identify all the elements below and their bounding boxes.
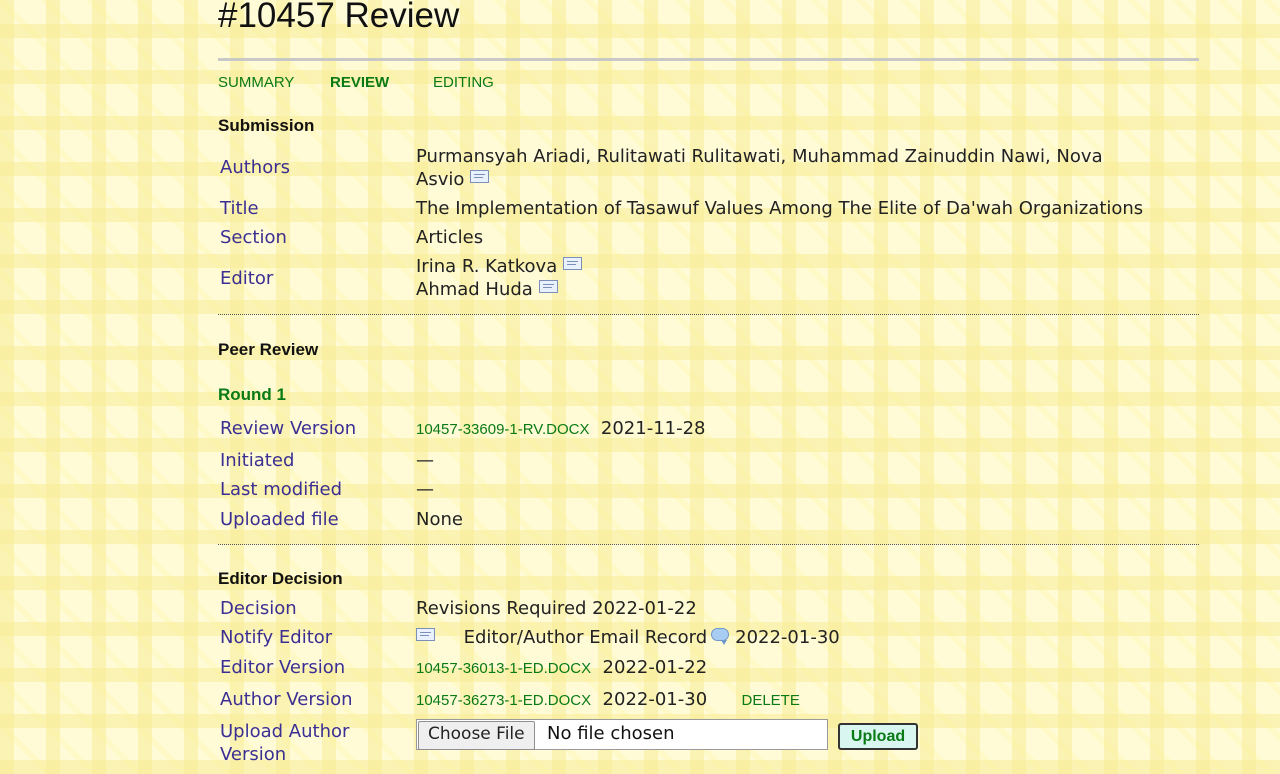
delete-link[interactable]: DELETE (742, 692, 800, 709)
editor-label: Editor (220, 268, 274, 289)
notify-date: 2022-01-30 (735, 627, 840, 648)
tab-review[interactable]: REVIEW (330, 74, 389, 91)
title-label: Title (220, 198, 259, 219)
envelope-icon[interactable] (538, 280, 558, 293)
editor-version-file-link[interactable]: 10457-36013-1-ED.DOCX (416, 660, 591, 677)
file-input[interactable]: Choose File No file chosen (416, 719, 828, 750)
editor-list: Irina R. Katkova Ahmad Huda (416, 255, 583, 301)
upload-author-version-label: Upload Author Version (220, 720, 349, 766)
authors-line-1: Purmansyah Ariadi, Rulitawati Rulitawati… (416, 146, 1103, 167)
section-divider (218, 314, 1199, 315)
decision-value: Revisions Required 2022-01-22 (416, 598, 697, 619)
editor-version-value: 10457-36013-1-ED.DOCX 2022-01-22 (416, 656, 707, 680)
last-modified-value: — (416, 479, 434, 500)
peer-review-heading: Peer Review (218, 340, 319, 359)
tab-editing[interactable]: EDITING (433, 74, 494, 91)
author-version-label: Author Version (220, 689, 353, 710)
authors-label: Authors (220, 157, 290, 178)
editor-name: Ahmad Huda (416, 279, 533, 300)
envelope-icon[interactable] (470, 170, 490, 183)
review-version-file-link[interactable]: 10457-33609-1-RV.DOCX (416, 421, 589, 438)
author-version-file-link[interactable]: 10457-36273-1-ED.DOCX (416, 692, 591, 709)
authors-value: Purmansyah Ariadi, Rulitawati Rulitawati… (416, 145, 1103, 191)
section-divider (218, 544, 1199, 545)
speech-bubble-icon[interactable] (711, 628, 730, 645)
upload-button[interactable]: Upload (838, 723, 918, 750)
uploaded-file-label: Uploaded file (220, 509, 339, 530)
email-record-label: Editor/Author Email Record (463, 627, 708, 648)
review-version-value: 10457-33609-1-RV.DOCX 2021-11-28 (416, 417, 706, 441)
decision-label: Decision (220, 598, 297, 619)
no-file-chosen-text: No file chosen (547, 723, 675, 744)
editor-name: Irina R. Katkova (416, 256, 558, 277)
envelope-icon[interactable] (563, 257, 583, 270)
upload-label-line-1: Upload Author (220, 721, 350, 742)
title-value: The Implementation of Tasawuf Values Amo… (416, 198, 1144, 219)
notify-editor-value: Editor/Author Email Record 2022-01-30 (416, 626, 840, 649)
last-modified-label: Last modified (220, 479, 343, 500)
submission-heading: Submission (218, 116, 315, 135)
review-version-date: 2021-11-28 (600, 418, 706, 439)
notify-editor-label: Notify Editor (220, 627, 333, 648)
editor-decision-heading: Editor Decision (218, 569, 343, 588)
envelope-icon[interactable] (416, 628, 435, 641)
authors-line-2: Asvio (416, 169, 465, 190)
choose-file-button[interactable]: Choose File (418, 721, 535, 750)
upload-label-line-2: Version (220, 744, 287, 765)
review-version-label: Review Version (220, 418, 357, 439)
section-value: Articles (416, 227, 484, 248)
section-label: Section (220, 227, 287, 248)
editor-version-date: 2022-01-22 (602, 657, 708, 678)
round-heading: Round 1 (218, 385, 286, 404)
editor-version-label: Editor Version (220, 657, 346, 678)
page-title: #10457 Review (218, 0, 460, 35)
author-version-date: 2022-01-30 (602, 689, 708, 710)
tab-summary[interactable]: SUMMARY (218, 74, 294, 91)
initiated-label: Initiated (220, 450, 295, 471)
initiated-value: — (416, 450, 434, 471)
author-version-value: 10457-36273-1-ED.DOCX 2022-01-30 DELETE (416, 688, 800, 712)
title-divider (218, 58, 1199, 61)
uploaded-file-value: None (416, 509, 463, 530)
